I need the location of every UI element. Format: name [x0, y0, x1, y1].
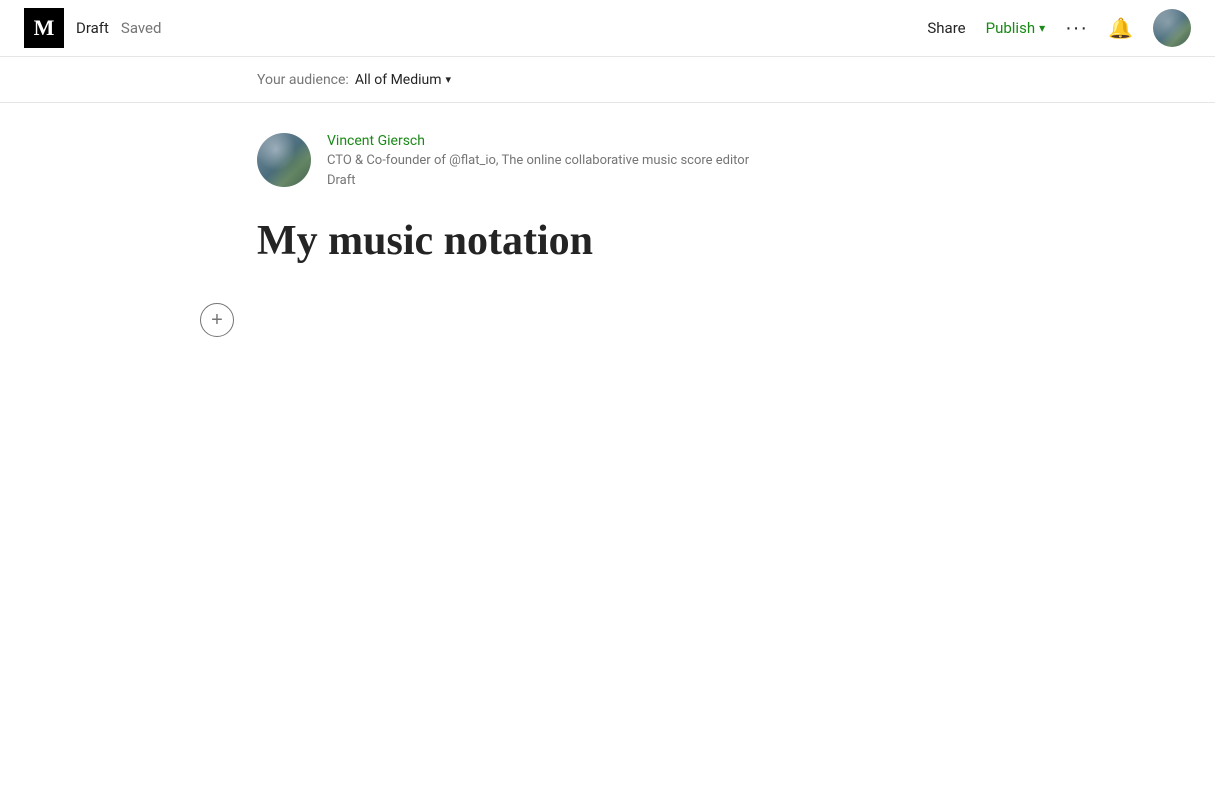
- author-name[interactable]: Vincent Giersch: [327, 133, 749, 149]
- audience-value-label: All of Medium: [355, 72, 442, 88]
- author-section: Vincent Giersch CTO & Co-founder of @fla…: [257, 133, 958, 188]
- audience-prefix-label: Your audience:: [257, 72, 349, 88]
- more-options-label: ···: [1065, 17, 1088, 40]
- audience-bar: Your audience: All of Medium ▾: [0, 57, 1215, 103]
- author-avatar: [257, 133, 311, 187]
- share-button[interactable]: Share: [927, 19, 965, 37]
- author-info: Vincent Giersch CTO & Co-founder of @fla…: [327, 133, 749, 188]
- publish-label: Publish: [986, 19, 1035, 37]
- more-options-button[interactable]: ···: [1065, 17, 1088, 40]
- author-bio: CTO & Co-founder of @flat_io, The online…: [327, 152, 749, 170]
- navbar: M Draft Saved Share Publish ▾ ··· 🔔: [0, 0, 1215, 57]
- bell-icon: 🔔: [1108, 18, 1133, 40]
- saved-label: Saved: [121, 19, 162, 37]
- chevron-down-icon: ▾: [446, 73, 452, 86]
- audience-select-button[interactable]: All of Medium ▾: [355, 72, 451, 88]
- medium-logo[interactable]: M: [24, 8, 64, 48]
- author-draft-status: Draft: [327, 173, 749, 188]
- plus-icon: +: [211, 310, 223, 330]
- medium-logo-letter: M: [34, 17, 55, 39]
- avatar[interactable]: [1153, 9, 1191, 47]
- navbar-left: M Draft Saved: [24, 8, 161, 48]
- publish-button[interactable]: Publish ▾: [986, 19, 1045, 37]
- content-area: Vincent Giersch CTO & Co-founder of @fla…: [0, 103, 1215, 267]
- add-content-button[interactable]: +: [200, 303, 234, 337]
- article-title[interactable]: My music notation: [257, 216, 958, 266]
- chevron-down-icon: ▾: [1039, 21, 1045, 35]
- navbar-right: Share Publish ▾ ··· 🔔: [927, 9, 1191, 47]
- draft-label: Draft: [76, 19, 109, 37]
- notifications-button[interactable]: 🔔: [1108, 16, 1133, 41]
